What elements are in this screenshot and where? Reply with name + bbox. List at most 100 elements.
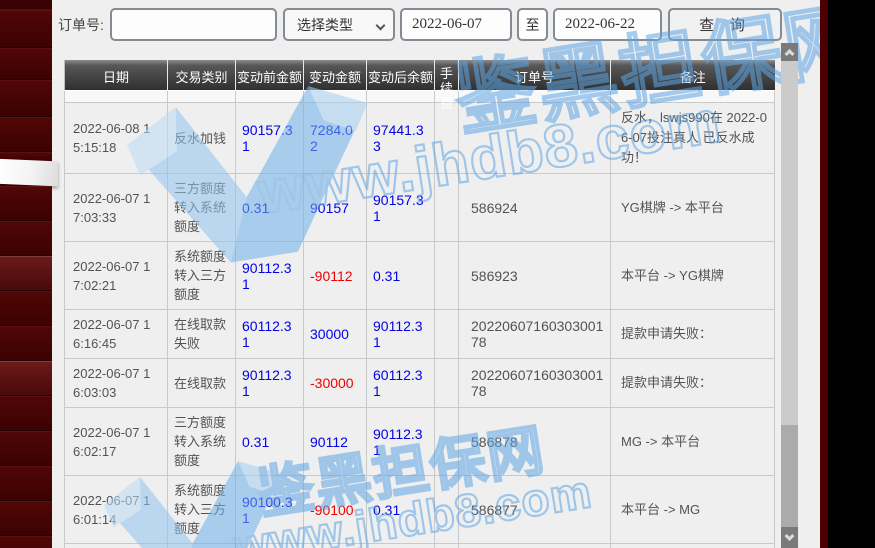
cell-remark: YG棋牌 -> 本平台 bbox=[611, 174, 775, 242]
cell-order-no: 2022060716030300178 bbox=[459, 310, 611, 359]
date-to-input[interactable]: 2022-06-22 bbox=[553, 8, 662, 41]
cell-order-no: 2022060716030300178 bbox=[459, 359, 611, 408]
type-select[interactable]: 选择类型 bbox=[283, 8, 395, 41]
cell-amount-before: 0.31 bbox=[236, 174, 304, 242]
sidebar-menu-item[interactable] bbox=[0, 48, 52, 80]
sidebar-top-cap bbox=[0, 0, 52, 10]
cell-amount-change: 90112 bbox=[304, 408, 367, 476]
cell-amount-before: 90112.31 bbox=[236, 359, 304, 408]
header-amount-change: 变动金额 bbox=[304, 60, 367, 91]
cell-order-no: 2022060715213900167 bbox=[459, 544, 611, 548]
header-remark: 备注 bbox=[611, 60, 775, 91]
cell-amount-after: 90100.31 bbox=[367, 544, 435, 548]
cell-order-no: 586877 bbox=[459, 476, 611, 544]
cell-date: 2022-06-07 17:03:33 bbox=[65, 174, 168, 242]
cell-fee bbox=[435, 359, 459, 408]
order-no-input[interactable] bbox=[110, 8, 277, 41]
cell-type: 反水加钱 bbox=[168, 103, 236, 174]
sidebar-menu-item[interactable] bbox=[0, 186, 52, 221]
cell-order-no: 586878 bbox=[459, 408, 611, 476]
cell-date: 2022-06-07 16:02:17 bbox=[65, 408, 168, 476]
table-header-row: 日期 交易类别 变动前金额 变动金额 变动后余额 手续费 订单号 备注 bbox=[65, 60, 775, 91]
cell-type: 在线取款失败 bbox=[168, 544, 236, 548]
cell-remark: 反水，lswjs990在 2022-06-07投注真人 已反水成功！ bbox=[611, 103, 775, 174]
cell-amount-after: 90157.31 bbox=[367, 174, 435, 242]
cell-date: 2022-06-07 16:16:45 bbox=[65, 310, 168, 359]
cell-remark: 提款申请失败： bbox=[611, 544, 775, 548]
sidebar-menu-item[interactable] bbox=[0, 466, 52, 501]
scrollbar-down-button[interactable] bbox=[781, 527, 798, 548]
sidebar-menu-item[interactable] bbox=[0, 221, 52, 256]
cell-type: 在线取款 bbox=[168, 359, 236, 408]
cell-date: 2022-06-07 16:01:14 bbox=[65, 476, 168, 544]
cell-amount-after: 90112.31 bbox=[367, 408, 435, 476]
cell-remark: 本平台 -> YG棋牌 bbox=[611, 242, 775, 310]
sidebar-highlight-band bbox=[0, 159, 58, 187]
table-row: 2022-06-07 17:02:21系统额度转入三方额度90112.31-90… bbox=[65, 242, 775, 310]
cell-date: 2022-06-07 15:37:06 bbox=[65, 544, 168, 548]
cell-amount-before: 90100.31 bbox=[236, 476, 304, 544]
header-fee: 手续费 bbox=[435, 60, 459, 91]
sidebar-menu-item[interactable] bbox=[0, 501, 52, 536]
cell-amount-change: -90112 bbox=[304, 242, 367, 310]
date-range-to-label: 至 bbox=[517, 8, 548, 41]
cell-fee bbox=[435, 408, 459, 476]
sidebar-menu-item[interactable] bbox=[0, 326, 52, 361]
screen: 订单号: 选择类型 2022-06-07 至 2022-06-22 查 询 日期 bbox=[0, 0, 875, 548]
cell-order-no: 586923 bbox=[459, 242, 611, 310]
table-row: 2022-06-07 17:03:33三方额度转入系统额度0.319015790… bbox=[65, 174, 775, 242]
cell-order-no: 586924 bbox=[459, 174, 611, 242]
order-no-label: 订单号: bbox=[58, 15, 104, 35]
main-content: 订单号: 选择类型 2022-06-07 至 2022-06-22 查 询 日期 bbox=[52, 0, 820, 548]
sidebar-menu-item[interactable] bbox=[0, 431, 52, 466]
cell-remark: 提款申请失败： bbox=[611, 310, 775, 359]
cell-amount-before: 0.31 bbox=[236, 544, 304, 548]
table-row: 2022-06-08 15:15:18反水加钱90157.317284.0297… bbox=[65, 103, 775, 174]
header-order-no: 订单号 bbox=[459, 60, 611, 91]
cell-fee bbox=[435, 174, 459, 242]
cell-amount-change: 7284.02 bbox=[304, 103, 367, 174]
cell-date: 2022-06-07 17:02:21 bbox=[65, 242, 168, 310]
cell-amount-after: 0.31 bbox=[367, 476, 435, 544]
cell-amount-after: 97441.33 bbox=[367, 103, 435, 174]
table-row: 2022-06-07 16:03:03在线取款90112.31-30000601… bbox=[65, 359, 775, 408]
cell-amount-after: 0.31 bbox=[367, 242, 435, 310]
cell-order-no bbox=[459, 103, 611, 174]
vertical-scrollbar[interactable] bbox=[781, 43, 798, 548]
chevron-up-icon bbox=[785, 48, 795, 58]
type-select-value: 选择类型 bbox=[297, 15, 353, 35]
filter-bar: 订单号: 选择类型 2022-06-07 至 2022-06-22 查 询 bbox=[52, 0, 820, 46]
cell-type: 三方额度转入系统额度 bbox=[168, 408, 236, 476]
cell-amount-before: 90112.31 bbox=[236, 242, 304, 310]
scrollbar-up-button[interactable] bbox=[781, 43, 798, 61]
cell-fee bbox=[435, 476, 459, 544]
sidebar-menu-item[interactable] bbox=[0, 256, 52, 291]
cell-amount-before: 90157.31 bbox=[236, 103, 304, 174]
sidebar-menu-item[interactable] bbox=[0, 117, 52, 152]
cell-amount-after: 60112.31 bbox=[367, 359, 435, 408]
search-button[interactable]: 查 询 bbox=[668, 8, 782, 41]
sidebar-menu-item[interactable] bbox=[0, 80, 52, 117]
sidebar-menu bbox=[0, 0, 52, 548]
scrollbar-thumb[interactable] bbox=[781, 425, 798, 527]
header-date: 日期 bbox=[65, 60, 168, 91]
sidebar-menu-item[interactable] bbox=[0, 536, 52, 548]
cell-amount-change: 90100 bbox=[304, 544, 367, 548]
date-from-input[interactable]: 2022-06-07 bbox=[400, 8, 512, 41]
cell-fee bbox=[435, 310, 459, 359]
cell-fee bbox=[435, 103, 459, 174]
sidebar-menu-item[interactable] bbox=[0, 361, 52, 396]
chevron-down-icon bbox=[785, 531, 795, 541]
sidebar-menu-item[interactable] bbox=[0, 291, 52, 326]
cell-amount-after: 90112.31 bbox=[367, 310, 435, 359]
sidebar-menu-item[interactable] bbox=[0, 396, 52, 431]
cell-amount-change: 30000 bbox=[304, 310, 367, 359]
cell-type: 系统额度转入三方额度 bbox=[168, 476, 236, 544]
cell-type: 在线取款失败 bbox=[168, 310, 236, 359]
cell-remark: 提款申请失败： bbox=[611, 359, 775, 408]
cell-fee bbox=[435, 242, 459, 310]
cell-amount-before: 0.31 bbox=[236, 408, 304, 476]
cell-remark: 本平台 -> MG bbox=[611, 476, 775, 544]
sidebar-menu-item[interactable] bbox=[0, 10, 52, 48]
table-row: 2022-06-07 16:16:45在线取款失败60112.313000090… bbox=[65, 310, 775, 359]
